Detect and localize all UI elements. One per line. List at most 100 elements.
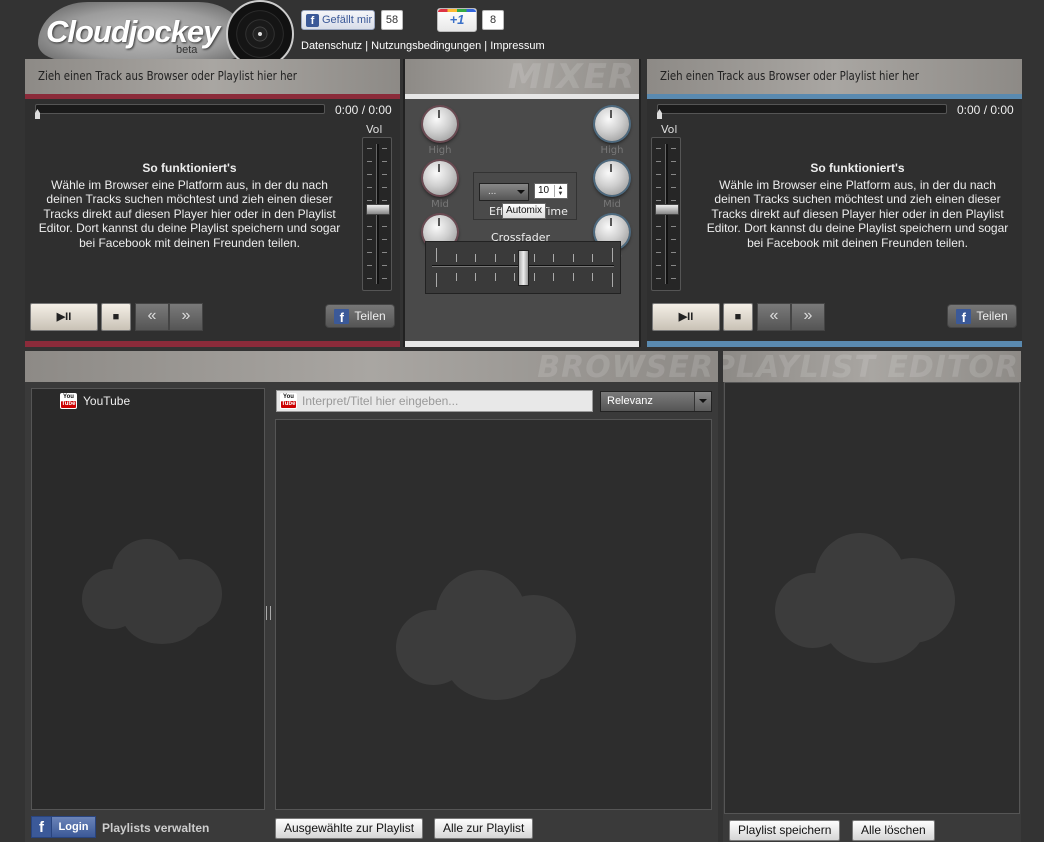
save-playlist-button[interactable]: Playlist speichern	[729, 820, 841, 841]
deck-left-time: 0:00 / 0:00	[335, 103, 392, 117]
deck-left[interactable]: Zieh einen Track aus Browser oder Playli…	[25, 59, 400, 347]
howto-title: So funktioniert's	[810, 161, 905, 175]
tree-item-label: YouTube	[83, 394, 131, 408]
link-datenschutz[interactable]: Datenschutz	[301, 40, 362, 52]
mixer-panel: MIXER High Mid Low High Mid Low Effect T…	[403, 59, 641, 347]
eq-left-mid-knob[interactable]	[423, 161, 457, 195]
volume-tick	[382, 226, 387, 227]
effects-box: ... 10 ▲ ▼ Automix	[473, 172, 577, 220]
legal-links: Datenschutz | Nutzungsbedingungen | Impr…	[301, 40, 545, 52]
google-plus-count: 8	[482, 10, 504, 30]
deck-right-stop-button[interactable]: ■	[723, 303, 753, 331]
facebook-icon: f	[306, 13, 319, 27]
deck-left-stop-button[interactable]: ■	[101, 303, 131, 331]
volume-tick	[382, 174, 387, 175]
volume-tick	[656, 226, 661, 227]
automix-button[interactable]: Automix	[502, 203, 546, 219]
crossfader-tick	[611, 273, 613, 287]
browser-header: BROWSER	[25, 351, 718, 382]
volume-tick	[671, 278, 676, 279]
deck-left-volume-handle[interactable]	[366, 204, 390, 215]
volume-tick	[656, 174, 661, 175]
volume-tick	[671, 161, 676, 162]
youtube-icon: You Tube	[280, 393, 297, 409]
browser-panel: BROWSER You Tube YouTube You Tube Interpre…	[25, 351, 718, 842]
deck-right-share-button[interactable]: f Teilen	[947, 304, 1017, 328]
deck-left-share-button[interactable]: f Teilen	[325, 304, 395, 328]
deck-left-drop-zone[interactable]: Zieh einen Track aus Browser oder Playli…	[25, 59, 400, 94]
effect-time-input[interactable]: 10 ▲ ▼	[534, 183, 568, 199]
eq-right-mid-knob[interactable]	[595, 161, 629, 195]
cloud-watermark-icon	[775, 533, 965, 663]
mixer-watermark: MIXER	[507, 59, 635, 94]
crossfader-handle[interactable]	[518, 250, 529, 286]
playlist-track-list[interactable]	[724, 382, 1020, 814]
crossfader-tick	[592, 254, 593, 262]
search-results-panel[interactable]	[275, 419, 712, 810]
eq-left-high-label: High	[428, 145, 452, 156]
deck-right-drop-zone[interactable]: Zieh einen Track aus Browser oder Playli…	[647, 59, 1022, 94]
deck-right-play-pause-button[interactable]: ▶II	[652, 303, 720, 331]
crossfader-tick	[592, 273, 593, 281]
share-label: Teilen	[354, 309, 386, 323]
deck-left-forward-button[interactable]: »	[169, 303, 203, 331]
effect-select[interactable]: ...	[479, 183, 529, 201]
crossfader-tick	[572, 273, 574, 281]
link-impressum[interactable]: Impressum	[490, 40, 544, 52]
tree-item-youtube[interactable]: You Tube YouTube	[60, 393, 130, 409]
eq-left-mid-label: Mid	[431, 199, 449, 210]
search-input[interactable]: You Tube Interpret/Titel hier eingeben...	[276, 390, 593, 412]
volume-tick	[671, 200, 676, 201]
volume-tick	[382, 265, 387, 266]
volume-tick	[656, 161, 661, 162]
howto-title: So funktioniert's	[142, 161, 237, 175]
browser-watermark: BROWSER	[537, 351, 714, 382]
crossfader-tick	[436, 248, 437, 262]
crossfader-tick	[494, 254, 496, 262]
deck-right-forward-button[interactable]: »	[791, 303, 825, 331]
deck-right[interactable]: Zieh einen Track aus Browser oder Playli…	[647, 59, 1022, 347]
volume-tick	[671, 174, 676, 175]
deck-left-rewind-button[interactable]: «	[135, 303, 169, 331]
volume-tick	[382, 200, 387, 201]
google-plus-one-button[interactable]: +1	[437, 8, 477, 32]
volume-tick	[367, 278, 372, 279]
crossfader[interactable]	[425, 241, 621, 294]
facebook-like-button[interactable]: f Gefällt mir	[301, 10, 375, 30]
deck-right-progress-bar[interactable]	[657, 104, 947, 114]
volume-tick	[367, 174, 372, 175]
deck-right-rewind-button[interactable]: «	[757, 303, 791, 331]
crossfader-tick	[514, 273, 515, 281]
deck-right-volume-handle[interactable]	[655, 204, 679, 215]
vinyl-record-icon	[226, 0, 294, 68]
add-selected-to-playlist-button[interactable]: Ausgewählte zur Playlist	[275, 818, 424, 839]
add-all-to-playlist-button[interactable]: Alle zur Playlist	[434, 818, 534, 839]
volume-tick	[671, 148, 676, 149]
clear-playlist-button[interactable]: Alle löschen	[852, 820, 935, 841]
volume-tick	[656, 265, 661, 266]
panel-resize-handle[interactable]	[266, 606, 271, 620]
link-nutzungsbedingungen[interactable]: Nutzungsbedingungen	[371, 40, 481, 52]
eq-left-high-knob[interactable]	[423, 107, 457, 141]
facebook-login-button[interactable]: f Login	[31, 816, 96, 838]
deck-right-time: 0:00 / 0:00	[957, 103, 1014, 117]
time-spinner-icon[interactable]: ▲ ▼	[554, 185, 566, 197]
eq-right-mid-label: Mid	[603, 199, 621, 210]
volume-tick	[656, 148, 661, 149]
volume-tick	[367, 265, 372, 266]
playlist-editor-panel: PLAYLIST EDITOR Playlist speichern Alle …	[723, 351, 1021, 842]
manage-playlists-link[interactable]: Playlists verwalten	[102, 821, 209, 835]
volume-tick	[382, 278, 387, 279]
deck-left-progress-bar[interactable]	[35, 104, 325, 114]
volume-tick	[367, 161, 372, 162]
facebook-like-label: Gefällt mir	[322, 14, 373, 26]
volume-tick	[671, 252, 676, 253]
eq-right-high-knob[interactable]	[595, 107, 629, 141]
deck-left-volume-slider[interactable]	[362, 137, 392, 291]
deck-right-volume-slider[interactable]	[651, 137, 681, 291]
volume-tick	[382, 239, 387, 240]
crossfader-tick	[533, 254, 535, 262]
deck-left-play-pause-button[interactable]: ▶II	[30, 303, 98, 331]
sort-select[interactable]: Relevanz	[600, 391, 712, 412]
volume-tick	[367, 187, 372, 188]
